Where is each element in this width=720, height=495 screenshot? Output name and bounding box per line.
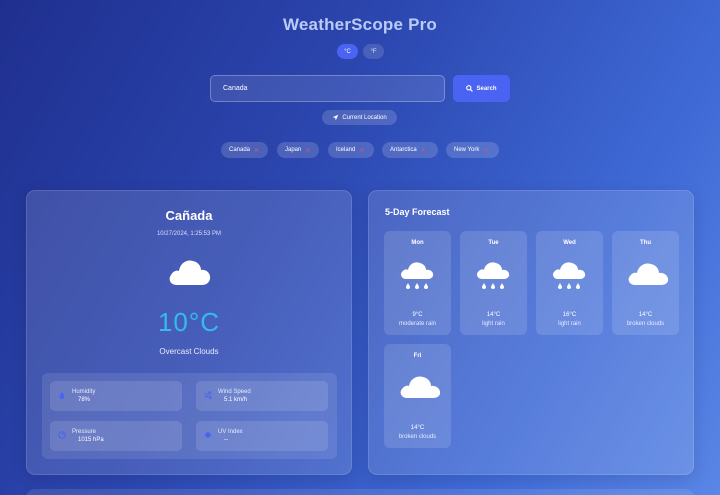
day-description: moderate rain <box>398 321 437 327</box>
day-temperature: 14°C <box>486 312 501 318</box>
remove-icon[interactable]: ✕ <box>483 147 488 154</box>
current-weather-card: Cañada 10/27/2024, 1:25:53 PM 10°C Overc… <box>26 190 352 475</box>
detail-value: 5.1 km/h <box>224 397 248 403</box>
day-description: broken clouds <box>626 321 665 327</box>
forecast-day: Wed 16°C light rain <box>536 231 603 335</box>
sun-icon <box>205 432 211 438</box>
weather-condition: Overcast Clouds <box>159 347 219 356</box>
recent-chip[interactable]: New York ✕ <box>446 142 499 158</box>
remove-icon[interactable]: ✕ <box>359 147 364 154</box>
current-temperature: 10°C <box>157 307 221 337</box>
day-name: Mon <box>411 240 424 246</box>
day-temperature: 9°C <box>412 312 423 318</box>
cloud-icon <box>628 263 669 285</box>
detail-value: -- <box>224 437 228 443</box>
day-name: Tue <box>488 240 499 246</box>
forecast-title: 5-Day Forecast <box>385 207 450 217</box>
recent-chip-label: Canada <box>229 147 251 153</box>
recent-chip-label: New York <box>454 147 480 153</box>
cloud-icon <box>169 260 211 285</box>
cloud-icon <box>400 376 441 398</box>
recent-chip[interactable]: Japan ✕ <box>277 142 319 158</box>
droplet-icon <box>59 391 65 399</box>
next-card-edge <box>26 489 694 495</box>
detail-label: Wind Speed <box>218 389 251 395</box>
pressure-detail: Pressure 1015 hPa <box>50 421 182 451</box>
forecast-day: Mon 9°C moderate rain <box>384 231 451 335</box>
remove-icon[interactable]: ✕ <box>421 147 426 154</box>
search-button[interactable]: Search <box>453 75 510 102</box>
detail-value: 78% <box>78 397 91 403</box>
day-name: Fri <box>413 353 422 359</box>
unit-toggle: °C °F <box>337 44 384 59</box>
detail-value: 1015 hPa <box>78 437 104 443</box>
remove-icon[interactable]: ✕ <box>305 147 310 154</box>
day-temperature: 14°C <box>638 312 653 318</box>
timestamp: 10/27/2024, 1:25:53 PM <box>156 231 222 237</box>
search-input[interactable]: Canada <box>210 75 445 102</box>
detail-label: UV Index <box>218 429 243 435</box>
rain-cloud-icon <box>401 262 434 289</box>
recent-chip[interactable]: Canada ✕ <box>221 142 268 158</box>
location-arrow-icon <box>333 114 339 121</box>
remove-icon[interactable]: ✕ <box>254 147 259 154</box>
forecast-card: 5-Day Forecast Mon 9°C moderate rain Tue… <box>368 190 694 475</box>
current-location-button[interactable]: Current Location <box>322 110 397 125</box>
city-name: Cañada <box>165 208 213 223</box>
day-temperature: 16°C <box>562 312 577 318</box>
recent-chip-label: Japan <box>285 147 302 153</box>
rain-cloud-icon <box>553 262 586 289</box>
day-description: light rain <box>482 321 505 327</box>
current-location-label: Current Location <box>342 114 387 121</box>
recent-chip-label: Iceland <box>336 147 356 153</box>
day-description: light rain <box>558 321 581 327</box>
forecast-day: Thu 14°C broken clouds <box>612 231 679 335</box>
fahrenheit-button[interactable]: °F <box>363 44 384 59</box>
day-description: broken clouds <box>398 434 437 440</box>
forecast-day: Fri 14°C broken clouds <box>384 344 451 448</box>
forecast-day: Tue 14°C light rain <box>460 231 527 335</box>
day-name: Thu <box>640 240 651 246</box>
app-title: WeatherScope Pro <box>282 15 438 34</box>
search-button-label: Search <box>476 85 497 92</box>
celsius-button[interactable]: °C <box>337 44 358 59</box>
day-temperature: 14°C <box>410 425 425 431</box>
search-icon <box>466 85 474 92</box>
wind-detail: Wind Speed 5.1 km/h <box>196 381 328 411</box>
humidity-detail: Humidity 78% <box>50 381 182 411</box>
recent-chip[interactable]: Iceland ✕ <box>328 142 374 158</box>
day-name: Wed <box>563 240 576 246</box>
detail-label: Humidity <box>72 389 96 395</box>
recent-chip[interactable]: Antarctica ✕ <box>382 142 438 158</box>
detail-label: Pressure <box>72 429 97 435</box>
weather-details: Humidity 78% Wind Speed 5.1 km/h Pressur… <box>42 373 337 459</box>
gauge-icon <box>58 431 66 439</box>
rain-cloud-icon <box>477 262 510 289</box>
uv-detail: UV Index -- <box>196 421 328 451</box>
recent-chip-label: Antarctica <box>390 147 417 153</box>
wind-icon <box>204 391 212 399</box>
